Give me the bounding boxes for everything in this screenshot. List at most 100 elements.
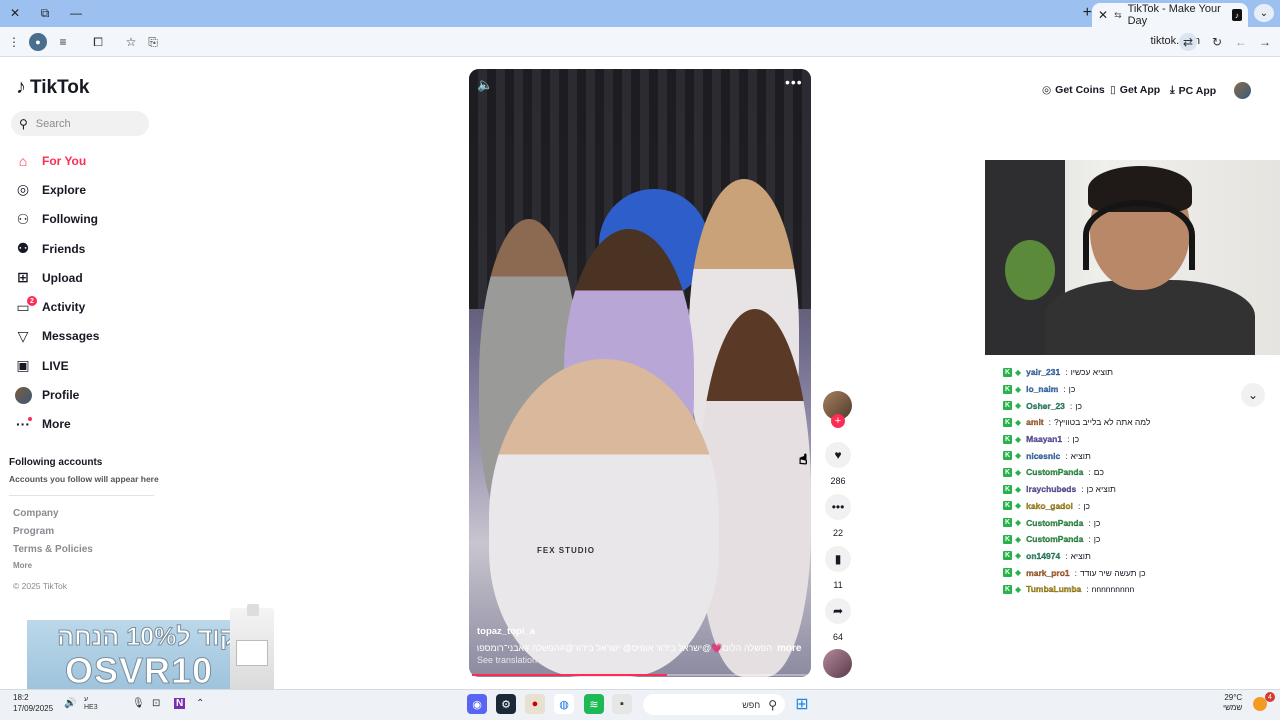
terminal-icon[interactable]: ▪ <box>612 694 632 714</box>
avatar[interactable] <box>1234 82 1251 99</box>
gem-badge-icon: ◆ <box>1015 518 1022 528</box>
site-settings-icon[interactable]: ⇄ <box>1179 33 1197 51</box>
music-disc[interactable] <box>823 649 852 678</box>
chat-separator: : <box>1088 517 1091 528</box>
messages-icon: ▽ <box>17 327 29 344</box>
caption-more-link[interactable]: more <box>777 643 801 654</box>
close-icon[interactable]: ✕ <box>5 4 25 22</box>
discord-icon[interactable]: ◉ <box>467 694 487 714</box>
translate-icon: ⇆ <box>1114 9 1122 20</box>
tab-search-icon[interactable]: ⎘ <box>144 33 162 51</box>
footer-more[interactable]: More <box>13 561 32 570</box>
sidebar-item-upload[interactable]: ⊞ Upload <box>14 263 164 292</box>
see-translation-link[interactable]: See translation <box>477 655 537 665</box>
chat-username[interactable]: lraychubeds <box>1024 484 1078 494</box>
volume-icon[interactable]: 🔈 <box>477 77 493 93</box>
tiktok-note-icon: ♪ <box>16 76 26 98</box>
footer-company[interactable]: Company <box>13 508 59 519</box>
headset-icon <box>1083 200 1195 270</box>
sidebar-item-more[interactable]: ··· More <box>14 410 164 439</box>
share-icon: ➦ <box>832 604 844 618</box>
profile-icon[interactable]: ● <box>29 33 47 51</box>
shirt-print: FEX STUDIO <box>537 546 596 555</box>
steam-icon[interactable]: ⚙ <box>496 694 516 714</box>
sidebar-item-live[interactable]: ▣ LIVE <box>14 351 164 380</box>
chevron-down-icon[interactable]: ⌄ <box>1241 383 1265 407</box>
comment-count: 22 <box>832 528 843 538</box>
chat-separator: : <box>1065 450 1068 461</box>
sidebar-item-profile[interactable]: Profile <box>14 380 164 409</box>
sidebar-item-for-you[interactable]: ⌂ For You <box>14 146 164 175</box>
video-more-icon[interactable]: ••• <box>785 74 803 90</box>
chrome-icon[interactable]: ◍ <box>554 694 574 714</box>
chat-username[interactable]: Osher_23 <box>1024 401 1067 411</box>
chat-username[interactable]: yair_231 <box>1024 367 1062 377</box>
kick-badge-icon: K <box>1003 568 1012 578</box>
browser-tab[interactable]: ✕ ⇆ TikTok - Make Your Day ♪ <box>1092 3 1248 27</box>
share-button[interactable]: ➦ <box>825 598 851 624</box>
extensions-icon[interactable]: ⧠ <box>89 33 107 51</box>
weather-widget[interactable]: 29°C שמשי <box>1223 693 1242 713</box>
sidebar-item-activity[interactable]: ▭ 2 Activity <box>14 292 164 321</box>
gem-badge-icon: ◆ <box>1015 551 1022 561</box>
app-icon[interactable]: ● <box>525 694 545 714</box>
sidebar-item-friends[interactable]: ⚉ Friends <box>14 234 164 263</box>
chat-username[interactable]: CustomPanda <box>1024 534 1085 544</box>
bookmark-star-icon[interactable]: ☆ <box>122 33 140 51</box>
chat-username[interactable]: CustomPanda <box>1024 517 1085 527</box>
chat-text: כן <box>1068 384 1076 395</box>
menu-icon[interactable]: ⋮ <box>5 33 23 51</box>
copyright: © 2025 TikTok <box>13 581 67 591</box>
chat-username[interactable]: kako_gadol <box>1024 501 1075 511</box>
chat-username[interactable]: mark_pro1 <box>1024 567 1071 577</box>
following-icon: ⚇ <box>16 210 30 227</box>
new-tab-icon[interactable]: + <box>1083 4 1092 22</box>
get-coins-button[interactable]: ◎ Get Coins <box>1042 84 1105 96</box>
taskbar-clock[interactable]: 18:2 17/09/2025 <box>13 692 53 714</box>
get-app-button[interactable]: ▯ Get App <box>1110 84 1160 96</box>
tray-chevron-icon[interactable]: ⌃ <box>196 698 204 709</box>
pc-app-button[interactable]: ⤓ PC App <box>1170 84 1216 97</box>
like-button[interactable]: ♥ <box>825 442 851 468</box>
tiktok-logo[interactable]: ♪ TikTok <box>16 76 89 99</box>
chat-username[interactable]: nicesnic <box>1024 451 1062 461</box>
sidebar-item-messages[interactable]: ▽ Messages <box>14 322 164 351</box>
minimize-icon[interactable]: — <box>66 4 86 22</box>
windows-taskbar <box>0 689 1280 720</box>
chat-username[interactable]: lo_naim <box>1024 384 1060 394</box>
save-button[interactable]: ▮ <box>825 546 851 572</box>
sidebar-item-following[interactable]: ⚇ Following <box>14 205 164 234</box>
tab-close-icon[interactable]: ✕ <box>1098 8 1108 22</box>
video-player[interactable]: FEX STUDIO <box>469 69 811 677</box>
chat-separator: : <box>1086 584 1089 595</box>
onenote-icon[interactable]: N <box>174 698 186 709</box>
video-progress-bar[interactable] <box>472 674 808 676</box>
webcam-body <box>1045 280 1255 355</box>
video-author[interactable]: topaz_topi_a <box>477 626 535 637</box>
footer-program[interactable]: Program <box>13 526 54 537</box>
chat-username[interactable]: amit <box>1024 417 1045 427</box>
mic-icon[interactable]: 🎙 <box>132 698 145 709</box>
chat-separator: : <box>1063 384 1066 395</box>
reading-icon[interactable]: ≡ <box>54 33 72 51</box>
spotify-icon[interactable]: ≋ <box>584 694 604 714</box>
language-indicator[interactable]: ע HE3 <box>84 696 98 712</box>
footer-terms[interactable]: Terms & Policies <box>13 544 93 555</box>
restore-icon[interactable]: ⧉ <box>35 4 55 22</box>
taskbar-search[interactable]: חפש ⚲ <box>643 694 785 715</box>
comment-button[interactable]: ••• <box>825 494 851 520</box>
follow-plus-icon[interactable]: + <box>831 414 845 428</box>
reload-icon[interactable]: ↻ <box>1208 33 1226 51</box>
chat-username[interactable]: Maayan1 <box>1024 434 1064 444</box>
tab-list-icon[interactable]: ⌄ <box>1254 4 1274 22</box>
network-icon[interactable]: ⊡ <box>152 698 160 709</box>
chat-username[interactable]: on14974 <box>1024 551 1062 561</box>
sidebar-item-explore[interactable]: ◎ Explore <box>14 175 164 204</box>
windows-start-icon[interactable]: ⊞ <box>792 694 812 714</box>
speaker-icon[interactable]: 🔊 <box>64 698 76 709</box>
forward-icon[interactable]: → <box>1256 33 1274 51</box>
chat-username[interactable]: TumbaLumba <box>1024 584 1083 594</box>
chat-username[interactable]: CustomPanda <box>1024 467 1085 477</box>
back-icon[interactable]: ← <box>1232 33 1250 51</box>
search-input[interactable]: ⚲ Search <box>11 111 149 136</box>
